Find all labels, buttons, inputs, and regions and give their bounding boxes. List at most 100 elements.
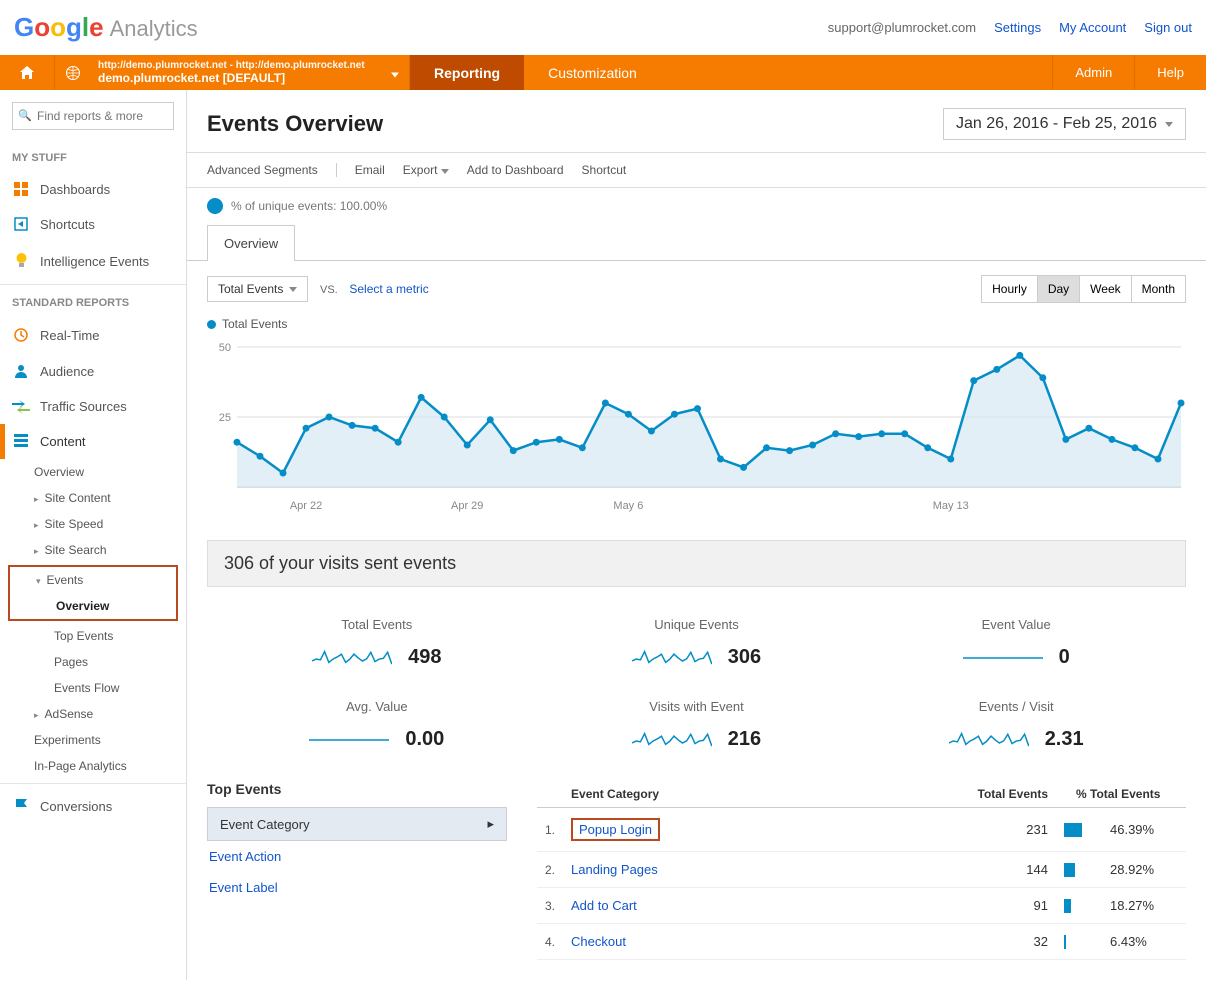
- sidebar-sub-inpage[interactable]: In-Page Analytics: [0, 753, 186, 779]
- sidebar-sub-site-search[interactable]: Site Search: [0, 537, 186, 563]
- sign-out-link[interactable]: Sign out: [1144, 20, 1192, 35]
- sparkline: [312, 647, 392, 669]
- sidebar-sub-experiments[interactable]: Experiments: [0, 727, 186, 753]
- sparkline: [949, 729, 1029, 751]
- row-total: 231: [833, 808, 1056, 852]
- event-category-link[interactable]: Landing Pages: [571, 862, 658, 877]
- chevron-down-icon: [391, 65, 399, 80]
- select-metric-link[interactable]: Select a metric: [349, 282, 428, 296]
- property-selector[interactable]: http://demo.plumrocket.net - http://demo…: [90, 55, 410, 90]
- segments-row: % of unique events: 100.00%: [187, 188, 1206, 224]
- tab-overview[interactable]: Overview: [207, 225, 295, 261]
- sidebar-item-traffic[interactable]: Traffic Sources: [0, 389, 186, 424]
- primary-dimension-selector[interactable]: Event Category ▸: [207, 807, 507, 841]
- pct-bar: [1064, 935, 1102, 949]
- sidebar-item-dashboards[interactable]: Dashboards: [0, 172, 186, 207]
- row-index: 1.: [537, 808, 563, 852]
- table-row: 1. Popup Login 231 46.39%: [537, 808, 1186, 852]
- gran-button-hourly[interactable]: Hourly: [982, 276, 1037, 302]
- page-title: Events Overview: [207, 111, 383, 137]
- sidebar-sub2-top-events[interactable]: Top Events: [0, 623, 186, 649]
- nav-tab-customization[interactable]: Customization: [524, 55, 661, 90]
- main-chart: 2550Apr 22Apr 29May 6May 13: [207, 337, 1186, 517]
- metric-label: Visits with Event: [547, 699, 847, 714]
- flag-icon: [12, 798, 30, 814]
- settings-link[interactable]: Settings: [994, 20, 1041, 35]
- row-total: 91: [833, 888, 1056, 924]
- dim-link-event-action[interactable]: Event Action: [207, 841, 507, 872]
- nav-tab-reporting[interactable]: Reporting: [410, 55, 524, 90]
- metric-label: Avg. Value: [227, 699, 527, 714]
- event-category-link[interactable]: Checkout: [571, 934, 626, 949]
- sidebar: 🔍 MY STUFF Dashboards Shortcuts Intellig…: [0, 90, 187, 980]
- search-input[interactable]: [12, 102, 174, 130]
- table-row: 2. Landing Pages 144 28.92%: [537, 852, 1186, 888]
- nav-bar: http://demo.plumrocket.net - http://demo…: [0, 55, 1206, 90]
- person-icon: [12, 363, 30, 379]
- sidebar-item-label: Content: [40, 434, 86, 449]
- sidebar-sub2-events-overview[interactable]: Overview: [10, 593, 176, 619]
- metrics-grid: Total Events 498 Unique Events 306 Event…: [187, 587, 1206, 781]
- metric-label: Event Value: [866, 617, 1166, 632]
- logo-analytics: Analytics: [110, 16, 198, 42]
- sidebar-sub2-pages[interactable]: Pages: [0, 649, 186, 675]
- metric-cell: Total Events 498: [227, 617, 527, 669]
- property-name: demo.plumrocket.net [DEFAULT]: [98, 71, 401, 85]
- metric-value: 498: [408, 646, 441, 669]
- top-links: support@plumrocket.com Settings My Accou…: [828, 20, 1192, 35]
- globe-icon: [55, 55, 90, 90]
- sidebar-sub-overview[interactable]: Overview: [0, 459, 186, 485]
- gran-button-month[interactable]: Month: [1131, 276, 1185, 302]
- search-icon: 🔍: [18, 109, 32, 122]
- metric-value: 306: [728, 646, 761, 669]
- my-account-link[interactable]: My Account: [1059, 20, 1126, 35]
- metric-selector[interactable]: Total Events: [207, 276, 308, 302]
- event-category-link[interactable]: Popup Login: [579, 822, 652, 837]
- property-url: http://demo.plumrocket.net - http://demo…: [98, 60, 401, 71]
- sidebar-item-label: Dashboards: [40, 182, 110, 197]
- svg-text:25: 25: [219, 412, 231, 424]
- sidebar-sub-adsense[interactable]: AdSense: [0, 701, 186, 727]
- clock-icon: [12, 327, 30, 343]
- arrows-icon: [12, 400, 30, 414]
- row-index: 4.: [537, 924, 563, 960]
- metric-label: Unique Events: [547, 617, 847, 632]
- sidebar-item-content[interactable]: Content: [0, 424, 186, 459]
- sidebar-item-conversions[interactable]: Conversions: [0, 788, 186, 824]
- sidebar-item-audience[interactable]: Audience: [0, 353, 186, 389]
- account-email: support@plumrocket.com: [828, 20, 976, 35]
- row-total: 32: [833, 924, 1056, 960]
- nav-admin-button[interactable]: Admin: [1052, 55, 1134, 90]
- sidebar-item-intelligence[interactable]: Intelligence Events: [0, 242, 186, 280]
- event-category-link[interactable]: Add to Cart: [571, 898, 637, 913]
- sidebar-sub-events[interactable]: Events: [10, 567, 176, 593]
- sidebar-item-label: Real-Time: [40, 328, 99, 343]
- row-total: 144: [833, 852, 1056, 888]
- shortcut-icon: [12, 217, 30, 232]
- gran-button-day[interactable]: Day: [1037, 276, 1079, 302]
- sidebar-item-shortcuts[interactable]: Shortcuts: [0, 207, 186, 242]
- toolbar-adv-segments[interactable]: Advanced Segments: [207, 163, 318, 177]
- sparkline: [632, 647, 712, 669]
- sidebar-heading-mystuff: MY STUFF: [0, 144, 186, 172]
- dim-link-event-label[interactable]: Event Label: [207, 872, 507, 903]
- sparkline: [309, 729, 389, 751]
- sidebar-sub-site-speed[interactable]: Site Speed: [0, 511, 186, 537]
- logo: Google Analytics: [14, 12, 198, 43]
- date-range-picker[interactable]: Jan 26, 2016 - Feb 25, 2016: [943, 108, 1186, 140]
- nav-home-button[interactable]: [0, 55, 55, 90]
- chevron-down-icon: [1165, 122, 1173, 127]
- highlight-events-nav: Events Overview: [8, 565, 178, 621]
- sidebar-sub2-events-flow[interactable]: Events Flow: [0, 675, 186, 701]
- toolbar-shortcut[interactable]: Shortcut: [582, 163, 627, 177]
- toolbar-add-dashboard[interactable]: Add to Dashboard: [467, 163, 564, 177]
- toolbar: Advanced Segments Email Export Add to Da…: [187, 153, 1206, 188]
- toolbar-export[interactable]: Export: [403, 163, 449, 177]
- gran-button-week[interactable]: Week: [1079, 276, 1130, 302]
- nav-help-button[interactable]: Help: [1134, 55, 1206, 90]
- sidebar-heading-standard: STANDARD REPORTS: [0, 289, 186, 317]
- toolbar-email[interactable]: Email: [355, 163, 385, 177]
- home-icon: [19, 65, 35, 81]
- sidebar-item-realtime[interactable]: Real-Time: [0, 317, 186, 353]
- sidebar-sub-site-content[interactable]: Site Content: [0, 485, 186, 511]
